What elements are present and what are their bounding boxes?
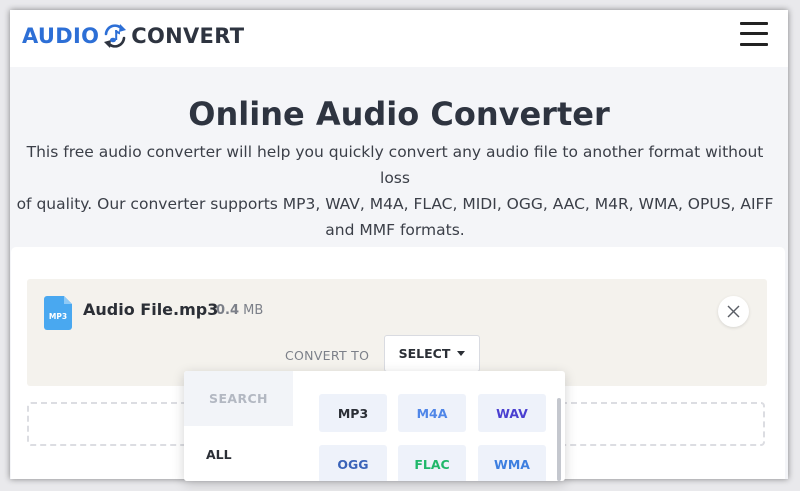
logo[interactable]: AUDIO CONVERT: [22, 21, 244, 51]
page-description: This free audio converter will help you …: [16, 139, 774, 243]
format-select-button[interactable]: SELECT: [384, 335, 480, 372]
convert-to-label: CONVERT TO: [285, 348, 370, 363]
format-option-ogg[interactable]: OGG: [319, 445, 387, 481]
menu-line: [740, 43, 768, 46]
format-option-m4a[interactable]: M4A: [398, 394, 466, 432]
remove-file-button[interactable]: [718, 296, 749, 327]
logo-text-convert: CONVERT: [131, 24, 245, 48]
menu-line: [740, 22, 768, 25]
dropdown-scrollbar[interactable]: [557, 398, 561, 481]
caret-down-icon: [457, 351, 466, 356]
file-size: 0.4 MB: [216, 303, 263, 318]
file-size-unit: MB: [243, 303, 264, 318]
mp3-file-icon: MP3: [44, 296, 72, 330]
format-dropdown: SEARCH ALL MP3 M4A WAV OGG FLAC WMA: [184, 371, 565, 481]
description-line: of quality. Our converter supports MP3, …: [16, 195, 774, 213]
file-size-value: 0.4: [216, 303, 240, 318]
category-all[interactable]: ALL: [206, 447, 232, 462]
format-search-input[interactable]: SEARCH: [184, 371, 293, 426]
format-option-wav[interactable]: WAV: [478, 394, 546, 432]
format-option-mp3[interactable]: MP3: [319, 394, 387, 432]
select-label: SELECT: [398, 346, 451, 361]
menu-line: [740, 32, 768, 35]
format-option-wma[interactable]: WMA: [478, 445, 546, 481]
description-line: and MMF formats.: [325, 221, 465, 239]
file-icon-label: MP3: [49, 312, 67, 321]
description-line: This free audio converter will help you …: [26, 143, 764, 187]
logo-text-audio: AUDIO: [22, 24, 100, 48]
close-icon: [727, 305, 740, 318]
page-title: Online Audio Converter: [188, 95, 610, 133]
format-category-sidebar: SEARCH ALL: [184, 371, 293, 481]
top-navbar: AUDIO CONVERT: [10, 10, 788, 67]
file-card: MP3 Audio File.mp3 0.4 MB CONVERT TO SEL…: [27, 279, 767, 386]
hamburger-menu-icon[interactable]: [740, 21, 770, 47]
file-name: Audio File.mp3: [83, 300, 219, 319]
music-note-refresh-icon: [104, 24, 127, 48]
format-option-flac[interactable]: FLAC: [398, 445, 466, 481]
